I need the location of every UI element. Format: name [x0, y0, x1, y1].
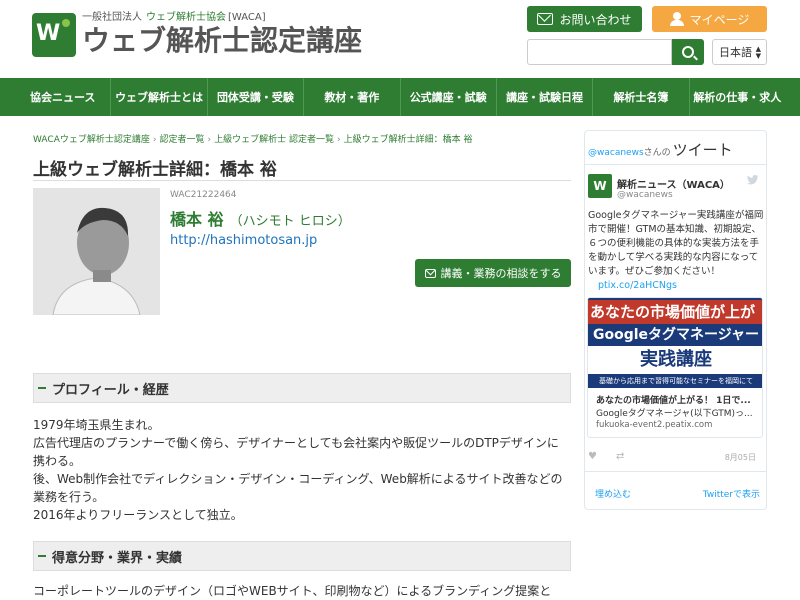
- site-header: W 一般社団法人 ウェブ解析士協会 [WACA] ウェブ解析士認定講座 お問い合わせ…: [0, 0, 800, 78]
- tweet-card-description: Googleタグマネージャ(以下GTM)っ...: [596, 409, 753, 419]
- site-logo[interactable]: W 一般社団法人 ウェブ解析士協会 [WACA] ウェブ解析士認定講座: [32, 12, 362, 58]
- consult-button[interactable]: 講義・業務の相談をする: [415, 259, 571, 287]
- twitter-user-name[interactable]: 解析ニュース（WACA）: [617, 176, 730, 191]
- nav-item-directory[interactable]: 解析士名簿: [592, 78, 688, 116]
- contact-button[interactable]: お問い合わせ: [527, 6, 642, 32]
- profile-line: 1979年埼玉県生まれ。: [33, 418, 160, 432]
- skills-body: コーポレートツールのデザイン（ロゴやWEBサイト、印刷物など）によるブランディン…: [33, 584, 552, 598]
- member-website-link[interactable]: http://hashimotosan.jp: [170, 233, 317, 248]
- search-button[interactable]: [672, 39, 704, 65]
- tweet-card-image: あなたの市場価値が上が Googleタグマネージャー 実践講座 基礎から応用まで…: [588, 298, 762, 388]
- twitter-view-link[interactable]: Twitterで表示: [703, 487, 760, 500]
- card-image-line: Googleタグマネージャー: [592, 327, 760, 343]
- tweet-card-title: あなたの市場価値が上がる！ 1日で...: [596, 396, 751, 406]
- card-image-line: 基礎から応用まで習得可能なセミナーを福岡にて: [599, 377, 753, 385]
- twitter-header: @wacanewsさんの ツイート: [585, 131, 766, 165]
- like-heart-icon[interactable]: ♥: [588, 451, 597, 462]
- logo-title: ウェブ解析士認定講座: [82, 24, 363, 57]
- search-icon: [682, 46, 694, 58]
- heading-bar-icon: [38, 387, 46, 389]
- nav-item-jobs[interactable]: 解析の仕事・求人: [688, 78, 785, 116]
- page-title: 上級ウェブ解析士詳細：橋本 裕: [33, 160, 277, 180]
- breadcrumb-item[interactable]: 上級ウェブ解析士 認定者一覧: [214, 135, 334, 145]
- section-heading-skills: 得意分野・業界・実績: [33, 541, 571, 571]
- twitter-handle[interactable]: @wacanews: [617, 190, 673, 200]
- twitter-timeline-widget: @wacanewsさんの ツイート W 解析ニュース（WACA） @wacanew…: [584, 130, 767, 510]
- tweet-card-url: fukuoka-event2.peatix.com: [596, 420, 713, 430]
- contact-label: お問い合わせ: [559, 12, 632, 27]
- nav-item-about[interactable]: ウェブ解析士とは: [110, 78, 206, 116]
- tweet-text: Googleタグマネージャー実践講座が福岡市で開催！GTMの基本知識、初期設定、…: [588, 209, 764, 293]
- twitter-account-link[interactable]: @wacanews: [588, 148, 644, 158]
- twitter-footer: 埋め込む Twitterで表示: [585, 471, 766, 509]
- twitter-embed-link[interactable]: 埋め込む: [595, 487, 631, 500]
- twitter-header-title: ツイート: [672, 141, 733, 159]
- mypage-button[interactable]: マイページ: [652, 6, 767, 32]
- language-select[interactable]: 日本語 ▲ ▼: [712, 39, 767, 65]
- section-heading-text: プロフィール・経歴: [52, 382, 169, 398]
- member-id: WAC21222464: [170, 190, 237, 200]
- member-name-row: 橋本 裕 （ハシモト ヒロシ）: [170, 206, 351, 230]
- member-name: 橋本 裕: [170, 210, 224, 229]
- nav-item-group[interactable]: 団体受講・受験: [206, 78, 303, 116]
- member-kana: （ハシモト ヒロシ）: [229, 214, 351, 229]
- main-nav: 協会ニュース ウェブ解析士とは 団体受講・受験 教材・著作 公式講座・試験 講座…: [0, 78, 800, 116]
- select-arrows-icon: ▲ ▼: [755, 45, 761, 60]
- profile-photo: [33, 188, 160, 315]
- profile-body: 1979年埼玉県生まれ。 広告代理店のプランナーで働く傍ら、デザイナーとしても会…: [33, 416, 573, 524]
- card-image-line: 実践講座: [588, 346, 762, 374]
- mypage-label: マイページ: [689, 12, 750, 27]
- nav-item-materials[interactable]: 教材・著作: [303, 78, 399, 116]
- section-heading-text: 得意分野・業界・実績: [52, 550, 183, 566]
- waca-logo-icon: W: [32, 13, 76, 57]
- breadcrumb: WACAウェブ解析士認定講座 › 認定者一覧 › 上級ウェブ解析士 認定者一覧 › 上級ウェ…: [33, 135, 473, 145]
- profile-line: 業務を行う。: [33, 490, 105, 504]
- nav-item-schedule[interactable]: 講座・試験日程: [495, 78, 592, 116]
- nav-item-courses[interactable]: 公式講座・試験: [399, 78, 496, 116]
- breadcrumb-item[interactable]: 認定者一覧: [159, 135, 204, 145]
- breadcrumb-item[interactable]: WACAウェブ解析士認定講座: [33, 135, 150, 145]
- logo-assoc: ウェブ解析士協会: [146, 12, 226, 23]
- profile-line: 広告代理店のプランナーで働く傍ら、デザイナーとしても会社案内や販促ツールのDTP…: [33, 436, 559, 450]
- tweet-body: Googleタグマネージャー実践講座が福岡市で開催！GTMの基本知識、初期設定、…: [588, 210, 764, 277]
- retweet-icon[interactable]: ⇄: [616, 451, 624, 462]
- twitter-header-of: さんの: [643, 148, 671, 158]
- twitter-bird-icon[interactable]: [746, 175, 760, 185]
- user-icon: [669, 12, 684, 26]
- tweet-date[interactable]: 8月05日: [725, 452, 756, 463]
- tweet-link-card[interactable]: あなたの市場価値が上が Googleタグマネージャー 実践講座 基礎から応用まで…: [587, 297, 763, 438]
- tweet-link[interactable]: ptix.co/2aHCNgs: [598, 280, 677, 291]
- section-heading-profile: プロフィール・経歴: [33, 373, 571, 403]
- mail-icon: [537, 13, 554, 25]
- profile-line: 2016年よりフリーランスとして独立。: [33, 508, 243, 522]
- language-value: 日本語: [719, 46, 752, 59]
- nav-item-news[interactable]: 協会ニュース: [15, 78, 110, 116]
- logo-org: 一般社団法人: [82, 12, 142, 23]
- card-image-line: あなたの市場価値が上が: [588, 300, 762, 324]
- search-input[interactable]: [527, 39, 672, 65]
- heading-bar-icon: [38, 555, 46, 557]
- logo-tag: [WACA]: [228, 12, 266, 23]
- profile-line: 携わる。: [33, 454, 82, 468]
- mail-icon: [424, 268, 436, 278]
- breadcrumb-current[interactable]: 上級ウェブ解析士詳細：橋本 裕: [344, 135, 473, 145]
- twitter-avatar[interactable]: W: [588, 174, 612, 198]
- consult-label: 講義・業務の相談をする: [440, 267, 562, 280]
- profile-line: 後、Web制作会社でディレクション・デザイン・コーディング、Web解析によるサイ…: [33, 472, 563, 486]
- title-divider: [33, 180, 571, 181]
